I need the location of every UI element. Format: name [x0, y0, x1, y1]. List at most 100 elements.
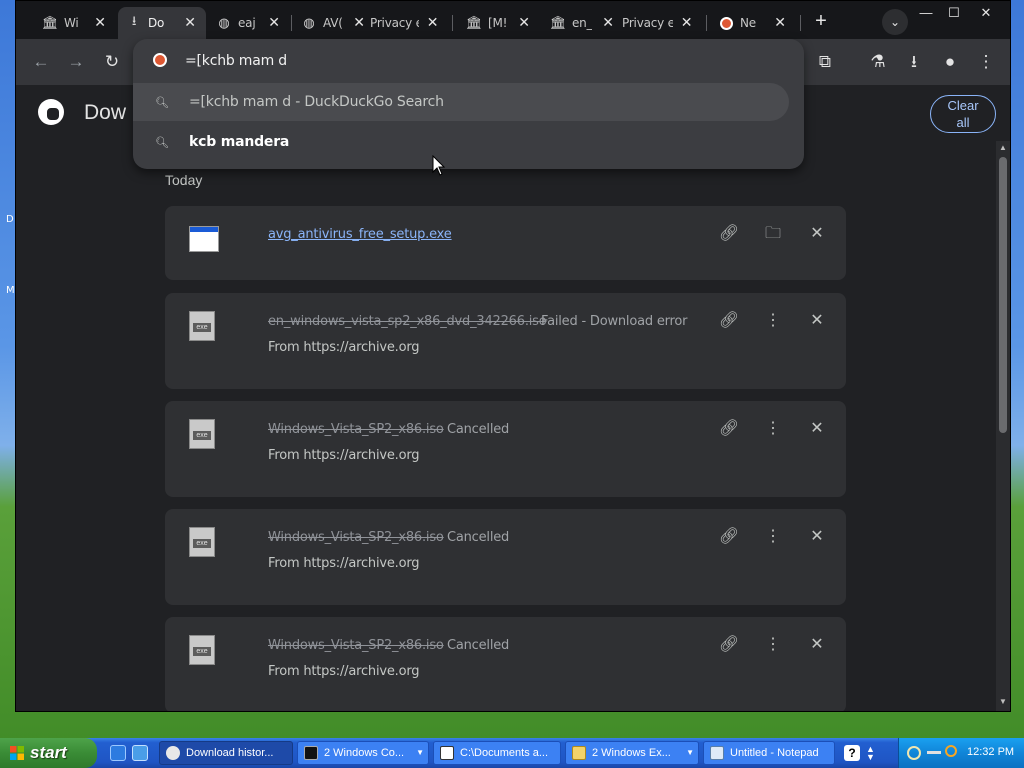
- forward-button[interactable]: →: [65, 51, 87, 73]
- copy-link-button[interactable]: 🔗︎: [718, 310, 740, 332]
- tab-title: eaj: [238, 16, 256, 30]
- address-bar-input[interactable]: =[kchb mam d: [185, 53, 287, 69]
- scroll-down-arrow-icon[interactable]: ▼: [996, 697, 1010, 707]
- download-source: From https://archive.org: [268, 448, 420, 463]
- scroll-thumb[interactable]: [999, 157, 1007, 433]
- page-title: Dow: [84, 101, 127, 124]
- extensions-button[interactable]: ⧉: [814, 51, 836, 73]
- tab-6[interactable]: 🏛 [M! ✕: [458, 9, 540, 37]
- download-status: Cancelled: [447, 530, 510, 545]
- internet-explorer-icon[interactable]: [110, 745, 126, 761]
- kebab-menu-icon: ⋮: [977, 52, 995, 71]
- taskbar-item-chrome[interactable]: Download histor...: [159, 741, 293, 765]
- tab-7[interactable]: 🏛 en_ ✕: [542, 9, 624, 37]
- help-icon[interactable]: ?: [844, 745, 860, 761]
- download-file-name[interactable]: Windows_Vista_SP2_x86.iso: [268, 638, 444, 653]
- omnibox-suggestion[interactable]: 🔍︎ kcb mandera: [133, 123, 789, 161]
- reload-button[interactable]: ↻: [101, 51, 123, 73]
- download-source: From https://archive.org: [268, 664, 420, 679]
- close-icon[interactable]: ✕: [266, 15, 282, 31]
- file-icon: [189, 635, 215, 665]
- scroll-up-arrow-icon[interactable]: ▲: [996, 143, 1010, 153]
- tab-3[interactable]: ◍ eaj ✕: [208, 9, 290, 37]
- reload-icon: ↻: [104, 52, 120, 71]
- clock[interactable]: 12:32 PM: [967, 746, 1014, 758]
- windows-flag-icon: [10, 746, 24, 760]
- page-scrollbar[interactable]: ▲ ▼: [996, 141, 1010, 711]
- close-window-button[interactable]: ✕: [972, 5, 1000, 21]
- taskbar-item-notepad[interactable]: Untitled - Notepad: [703, 741, 835, 765]
- maximize-button[interactable]: ☐: [940, 5, 968, 21]
- remove-button[interactable]: ✕: [806, 634, 828, 656]
- new-tab-button[interactable]: +: [810, 11, 832, 33]
- tab-1[interactable]: 🏛 Wi ✕: [34, 9, 116, 37]
- downloads-button[interactable]: ⭳: [903, 51, 925, 73]
- menu-button[interactable]: ⋮: [975, 51, 997, 73]
- 7zip-icon: [440, 746, 454, 760]
- remove-button[interactable]: ✕: [806, 526, 828, 548]
- close-icon[interactable]: ✕: [92, 15, 108, 31]
- remove-button[interactable]: ✕: [806, 418, 828, 440]
- tab-5[interactable]: Privacy err ✕: [362, 9, 448, 37]
- media-player-icon[interactable]: [132, 745, 148, 761]
- globe-icon: ◍: [218, 15, 230, 31]
- copy-link-button[interactable]: 🔗︎: [718, 223, 740, 245]
- remove-button[interactable]: ✕: [806, 223, 828, 245]
- link-icon: 🔗︎: [718, 225, 740, 242]
- close-icon[interactable]: ✕: [182, 15, 198, 31]
- tab-separator: [706, 15, 707, 31]
- tab-downloads[interactable]: ⭳ Do ✕: [118, 7, 206, 39]
- chrome-icon: [166, 746, 180, 760]
- link-icon: 🔗︎: [718, 420, 740, 437]
- close-icon[interactable]: ✕: [772, 15, 788, 31]
- sun-icon[interactable]: [907, 746, 921, 760]
- remove-button[interactable]: ✕: [806, 310, 828, 332]
- more-actions-button[interactable]: ⋮: [762, 634, 784, 656]
- search-tray-icon[interactable]: [945, 745, 957, 757]
- tab-separator: [452, 15, 453, 31]
- copy-link-button[interactable]: 🔗︎: [718, 634, 740, 656]
- tab-title: Privacy err: [370, 16, 419, 30]
- labs-button[interactable]: ⚗: [867, 51, 889, 73]
- taskbar-item-7zip[interactable]: C:\Documents a...: [433, 741, 561, 765]
- tab-title: Do: [148, 16, 165, 30]
- more-actions-button[interactable]: ⋮: [762, 526, 784, 548]
- show-in-folder-button[interactable]: 🗀: [762, 223, 784, 245]
- windows-taskbar: start Download histor... 2 Windows Co...…: [0, 738, 1024, 768]
- download-file-name[interactable]: en_windows_vista_sp2_x86_dvd_342266.iso: [268, 314, 547, 329]
- taskbar-item-label: Download histor...: [186, 747, 274, 759]
- close-icon[interactable]: ✕: [679, 15, 694, 31]
- taskbar-item-cmd[interactable]: 2 Windows Co... ▼: [297, 741, 429, 765]
- back-button[interactable]: ←: [30, 51, 52, 73]
- clear-all-button[interactable]: Clear all: [930, 95, 996, 133]
- taskbar-item-label: 2 Windows Ex...: [592, 747, 671, 759]
- tab-8[interactable]: Privacy err ✕: [614, 9, 702, 37]
- network-icon[interactable]: [927, 751, 941, 754]
- download-file-name[interactable]: Windows_Vista_SP2_x86.iso: [268, 422, 444, 437]
- tab-title: AV(: [323, 16, 343, 30]
- copy-link-button[interactable]: 🔗︎: [718, 526, 740, 548]
- more-actions-button[interactable]: ⋮: [762, 418, 784, 440]
- profile-button[interactable]: ●: [939, 51, 961, 73]
- downloads-page: Dow Clear all Today avg_antivirus_free_s…: [16, 85, 1010, 711]
- exe-file-icon: [189, 226, 219, 252]
- system-tray: 12:32 PM: [898, 738, 1024, 768]
- chevron-updown-icon[interactable]: ▲ ▼: [866, 745, 876, 762]
- start-label: start: [30, 743, 67, 762]
- globe-icon: ◍: [303, 15, 315, 31]
- start-button[interactable]: start: [0, 738, 97, 768]
- tab-9[interactable]: Ne ✕: [710, 9, 796, 37]
- download-file-link[interactable]: avg_antivirus_free_setup.exe: [268, 227, 452, 242]
- copy-link-button[interactable]: 🔗︎: [718, 418, 740, 440]
- chevron-down-icon: ⌄: [889, 15, 901, 29]
- omnibox-suggestion[interactable]: 🔍︎ =[kchb mam d - DuckDuckGo Search: [133, 83, 789, 121]
- taskbar-item-explorer[interactable]: 2 Windows Ex... ▼: [565, 741, 699, 765]
- close-icon[interactable]: ✕: [516, 15, 532, 31]
- close-icon: ✕: [810, 636, 824, 653]
- download-file-name[interactable]: Windows_Vista_SP2_x86.iso: [268, 530, 444, 545]
- close-icon[interactable]: ✕: [425, 15, 440, 31]
- minimize-button[interactable]: —: [912, 5, 940, 21]
- tab-search-button[interactable]: ⌄: [882, 9, 908, 35]
- tab-title: [M!: [488, 16, 508, 30]
- more-actions-button[interactable]: ⋮: [762, 310, 784, 332]
